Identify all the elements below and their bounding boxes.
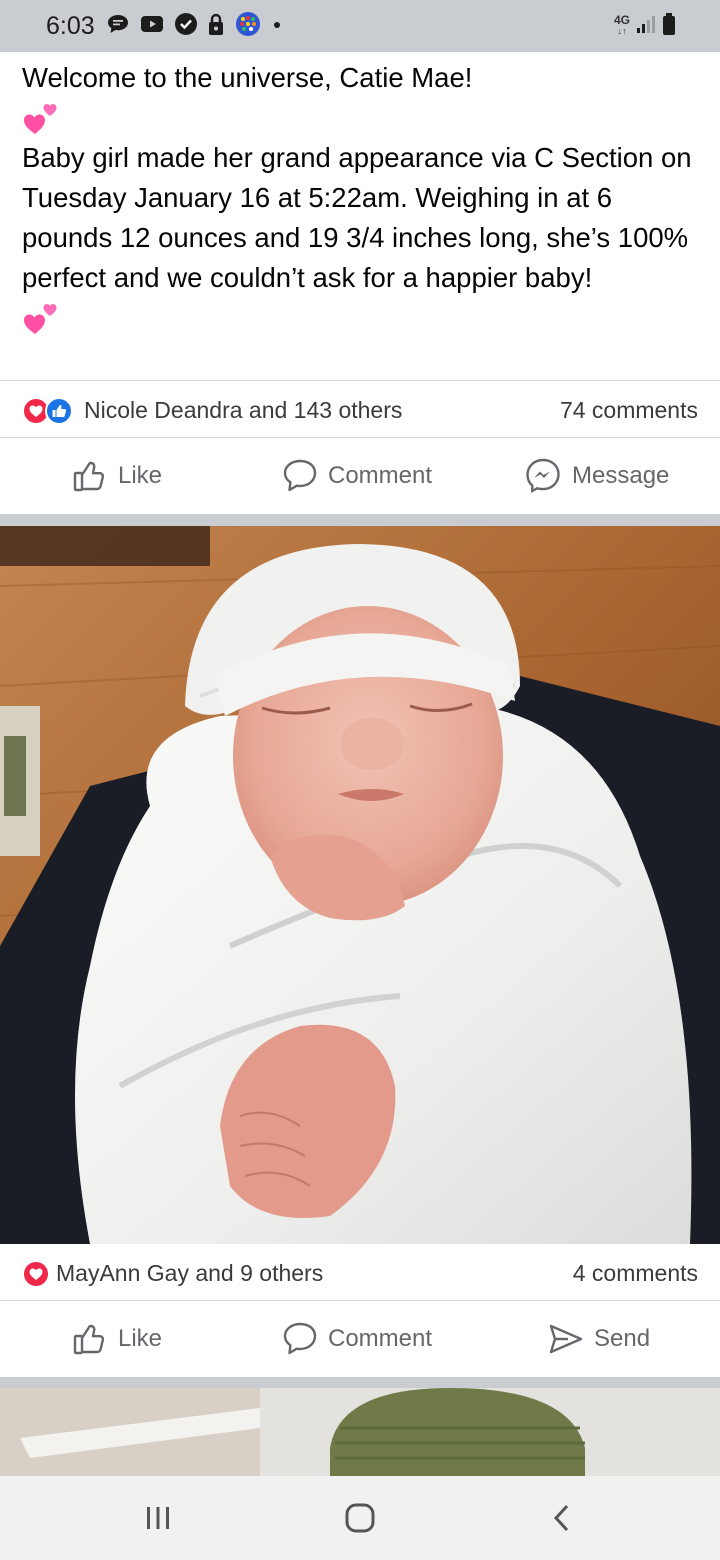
home-icon[interactable]: [338, 1496, 382, 1540]
thumbs-up-icon: [72, 458, 108, 494]
notification-icons: [106, 10, 282, 43]
divider: [0, 380, 720, 381]
check-badge-icon: [174, 12, 198, 41]
comment-icon: [282, 1321, 318, 1357]
like-button[interactable]: Like: [72, 438, 162, 514]
two-hearts-emoji-icon: [22, 98, 702, 138]
recents-icon[interactable]: [136, 1496, 180, 1540]
love-reaction-icon: [22, 1260, 50, 1288]
post-separator: [0, 1377, 720, 1388]
status-bar: 6:03 4G ↓↑: [0, 0, 720, 52]
game-icon: [234, 10, 262, 43]
send-label: Send: [594, 1325, 651, 1352]
send-button[interactable]: Send: [548, 1301, 650, 1377]
reactions-summary[interactable]: Nicole Deandra and 143 others 74 comment…: [0, 382, 720, 438]
network-indicator: 4G ↓↑: [613, 13, 630, 36]
send-icon: [548, 1321, 584, 1357]
comment-label: Comment: [328, 462, 433, 489]
video-icon: [140, 14, 164, 39]
status-time: 6:03: [46, 12, 95, 40]
back-icon[interactable]: [540, 1496, 584, 1540]
like-label: Like: [118, 1325, 163, 1352]
battery-icon: [662, 12, 676, 41]
post-separator: [0, 514, 720, 526]
comment-label: Comment: [328, 1325, 433, 1352]
message-label: Message: [572, 462, 670, 489]
comment-icon: [282, 458, 318, 494]
reactor-names[interactable]: Nicole Deandra and 143 others: [84, 397, 402, 424]
signal-icon: [636, 14, 656, 39]
like-reaction-icon: [45, 397, 73, 425]
post-body: Baby girl made her grand appearance via …: [22, 142, 692, 293]
thumbs-up-icon: [72, 1321, 108, 1357]
reactor-names[interactable]: MayAnn Gay and 9 others: [56, 1260, 323, 1287]
like-label: Like: [118, 462, 163, 489]
system-status: 4G ↓↑: [614, 12, 676, 40]
newborn-baby-photo[interactable]: [0, 526, 720, 1244]
post-actions: Like Comment Send: [0, 1301, 720, 1377]
android-nav-bar: [0, 1476, 720, 1560]
comment-button[interactable]: Comment: [282, 1301, 432, 1377]
reaction-icons: [22, 397, 80, 425]
dot-icon: [272, 17, 282, 35]
comment-count[interactable]: 74 comments: [560, 397, 698, 424]
message-button[interactable]: Message: [524, 438, 669, 514]
lock-icon: [208, 12, 224, 41]
comment-count[interactable]: 4 comments: [573, 1260, 698, 1287]
post-headline: Welcome to the universe, Catie Mae!: [22, 62, 473, 93]
two-hearts-emoji-icon: [22, 298, 702, 338]
post-text: Welcome to the universe, Catie Mae! Baby…: [22, 58, 702, 338]
messages-icon: [106, 13, 130, 40]
comment-button[interactable]: Comment: [282, 438, 432, 514]
network-label: 4G: [613, 13, 630, 27]
post-actions: Like Comment Message: [0, 438, 720, 514]
like-button[interactable]: Like: [72, 1301, 162, 1377]
reactions-summary[interactable]: MayAnn Gay and 9 others 4 comments: [0, 1245, 720, 1301]
next-post-photo[interactable]: [0, 1388, 720, 1476]
messenger-icon: [524, 457, 562, 495]
